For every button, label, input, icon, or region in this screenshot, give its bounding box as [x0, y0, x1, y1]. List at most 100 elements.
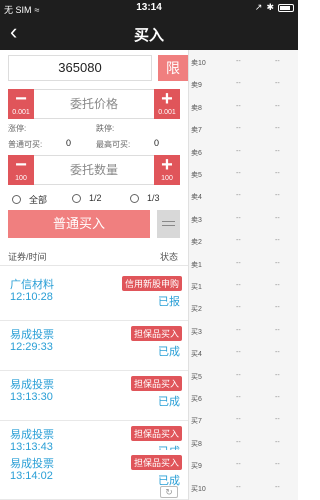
order-book-volume: --: [275, 438, 280, 446]
status-time: 13:14: [136, 2, 162, 13]
order-book-volume: --: [275, 80, 280, 88]
order-book-row[interactable]: 卖6 -- --: [189, 146, 299, 160]
order-book-volume: --: [275, 237, 280, 245]
order-time: 13:14:02: [10, 470, 53, 482]
order-book-row[interactable]: 买7 -- --: [189, 414, 299, 428]
order-book-row[interactable]: 买10 -- --: [189, 482, 299, 496]
quantity-input[interactable]: 委托数量: [35, 156, 153, 184]
order-book-row[interactable]: 买9 -- --: [189, 459, 299, 473]
order-book-row[interactable]: 买8 -- --: [189, 437, 299, 451]
order-book-volume: --: [275, 349, 280, 357]
menu-toggle-button[interactable]: [157, 210, 180, 238]
order-book-volume: --: [275, 192, 280, 200]
order-book-row[interactable]: 买6 -- --: [189, 392, 299, 406]
order-book-level: 买3: [191, 328, 202, 336]
list-item[interactable]: 易成投票 12:29:33 担保品买入 已成: [0, 321, 188, 371]
order-book-volume: --: [275, 170, 280, 177]
order-stock-name: 易成投票: [10, 429, 54, 441]
radio-icon: [12, 195, 21, 204]
order-status: 已成: [158, 396, 180, 408]
order-book-row[interactable]: 卖3 -- --: [189, 213, 299, 227]
radio-icon: [130, 193, 139, 203]
list-item[interactable]: 易成投票 13:13:30 担保品买入 已成: [0, 371, 188, 421]
limit-order-button[interactable]: 限: [158, 55, 188, 81]
ratio-third-label: 1/3: [147, 193, 160, 203]
order-book-row[interactable]: 卖10 -- --: [189, 56, 299, 70]
order-book-volume: --: [275, 483, 280, 491]
order-book-level: 买9: [191, 463, 202, 471]
limit-down-label: 跌停:: [96, 124, 115, 133]
order-book-price: --: [236, 394, 241, 401]
order-book-level: 卖8: [191, 104, 202, 112]
order-book-row[interactable]: 买1 -- --: [189, 280, 299, 294]
order-book-row[interactable]: 买3 -- --: [189, 325, 299, 339]
price-minus-button[interactable]: − 0.001: [8, 89, 34, 119]
page-title: 买入: [133, 27, 164, 44]
ratio-half-label: 1/2: [89, 193, 102, 203]
ratio-third[interactable]: 1/3: [130, 193, 160, 203]
battery-icon: [278, 3, 294, 12]
order-book-price: --: [236, 192, 241, 200]
order-book-row[interactable]: 卖5 -- --: [189, 168, 299, 182]
price-plus-button[interactable]: + 0.001: [154, 89, 180, 119]
order-book-volume: --: [275, 214, 280, 222]
order-book-price: --: [236, 282, 241, 289]
list-item[interactable]: 广信材料 12:10:28 信用新股申购 已报: [0, 271, 188, 321]
order-book-level: 买5: [191, 373, 202, 381]
order-stock-name: 易成投票: [10, 379, 54, 391]
order-book-level: 买6: [191, 396, 202, 403]
location-icon: ↗: [254, 2, 263, 12]
qty-minus-button[interactable]: − 100: [8, 155, 34, 185]
order-book-price: --: [236, 170, 241, 177]
order-book-price: --: [236, 438, 241, 446]
nav-header: ‹ 买入: [0, 16, 298, 50]
order-book-price: --: [236, 214, 241, 222]
order-time: 12:10:28: [10, 291, 53, 303]
order-book-row[interactable]: 卖4 -- --: [189, 190, 299, 204]
info-grid: 涨停: 跌停: 普通可买: 0 最高可买: 0: [8, 123, 180, 153]
order-book-volume: --: [275, 304, 280, 312]
order-book-row[interactable]: 卖7 -- --: [189, 123, 299, 137]
buy-button[interactable]: 普通买入: [8, 210, 150, 238]
max-buyable-value: 0: [154, 138, 160, 148]
order-book-price: --: [236, 58, 241, 65]
order-book-row[interactable]: 买2 -- --: [189, 302, 299, 316]
order-book-row[interactable]: 卖1 -- --: [189, 258, 299, 272]
menu-bar: [162, 221, 175, 222]
order-stock-name: 广信材料: [10, 279, 54, 291]
order-book-row[interactable]: 卖8 -- --: [189, 101, 299, 115]
order-book-price: --: [236, 483, 241, 491]
menu-bar: [162, 225, 175, 226]
order-book-price: --: [236, 326, 241, 334]
order-book-volume: --: [275, 326, 280, 334]
bluetooth-icon: ✱: [266, 2, 274, 12]
stock-code-input[interactable]: 365080: [8, 55, 152, 81]
order-book-level: 卖7: [191, 127, 202, 135]
refresh-icon[interactable]: ↻: [160, 486, 178, 498]
price-input[interactable]: 委托价格: [35, 90, 153, 118]
order-book-row[interactable]: 卖9 -- --: [189, 78, 299, 92]
order-type-badge: 信用新股申购: [121, 276, 182, 291]
order-status: 已成: [158, 346, 180, 358]
col-status: 状态: [159, 252, 178, 262]
order-stock-name: 易成投票: [10, 329, 54, 341]
plus-icon: +: [161, 154, 173, 176]
plus-icon: +: [161, 88, 173, 110]
minus-icon: −: [15, 88, 27, 110]
order-stock-name: 易成投票: [10, 458, 54, 470]
order-type-badge: 担保品买入: [130, 455, 182, 470]
order-form-panel: 365080 限 − 0.001 委托价格 + 0.001 涨停: 跌停: 普通…: [0, 50, 188, 500]
order-book-price: --: [236, 80, 241, 88]
order-book-row[interactable]: 卖2 -- --: [189, 235, 299, 249]
ratio-half[interactable]: 1/2: [72, 193, 102, 203]
order-book-level: 卖10: [191, 60, 206, 67]
ratio-all[interactable]: 全部: [12, 193, 47, 206]
order-status: 已报: [158, 296, 180, 308]
quantity-stepper: − 100 委托数量 + 100: [8, 155, 180, 185]
qty-plus-button[interactable]: + 100: [154, 155, 180, 185]
order-book-volume: --: [275, 282, 280, 289]
order-book-row[interactable]: 买5 -- --: [189, 370, 299, 384]
order-book-volume: --: [275, 371, 280, 379]
order-book-row[interactable]: 买4 -- --: [189, 347, 299, 361]
order-book-level: 卖3: [191, 216, 202, 224]
